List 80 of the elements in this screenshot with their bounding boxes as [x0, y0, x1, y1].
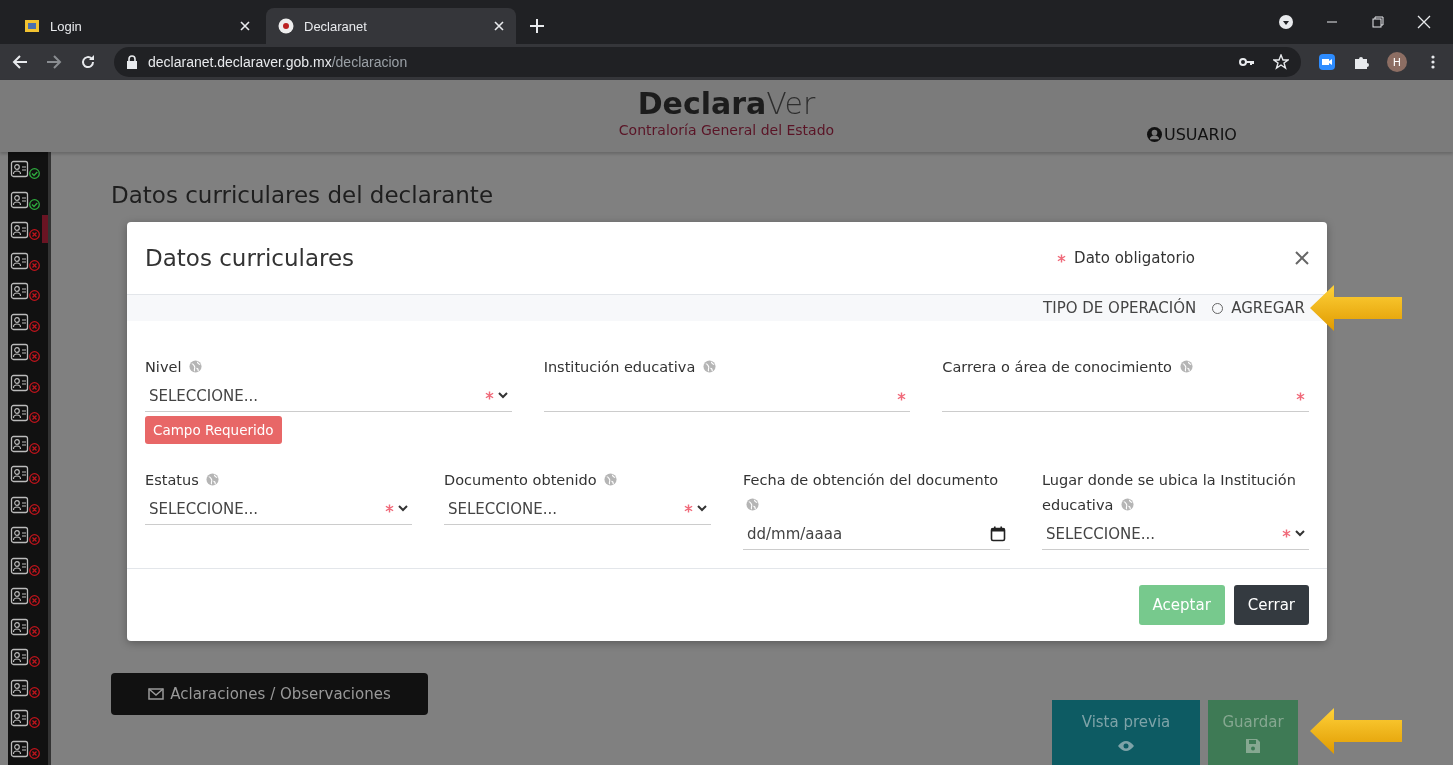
person-card-icon — [10, 250, 30, 271]
close-icon[interactable] — [1417, 15, 1431, 29]
chevron-down-icon — [497, 392, 508, 399]
close-icon[interactable] — [494, 21, 504, 31]
person-card-icon — [10, 189, 30, 210]
close-button[interactable] — [1295, 251, 1309, 265]
person-card-icon — [10, 403, 30, 424]
modal-title: Datos curriculares — [145, 245, 356, 271]
close-icon[interactable] — [240, 21, 250, 31]
url-text: declaranet.declaraver.gob.mx/declaracion — [148, 54, 408, 70]
globe-icon — [1120, 498, 1134, 511]
user-icon — [1147, 127, 1162, 142]
required-asterisk-icon — [1057, 253, 1067, 263]
field-label: Carrera o área de conocimiento — [942, 355, 1309, 380]
close-dialog-button[interactable]: Cerrar — [1233, 585, 1309, 625]
person-card-icon — [10, 555, 30, 576]
calendar-icon — [990, 525, 1006, 542]
user-menu[interactable]: USUARIO — [1147, 125, 1237, 144]
address-bar[interactable]: declaranet.declaraver.gob.mx/declaracion — [114, 47, 1301, 77]
person-card-icon — [10, 677, 30, 698]
error-badge: Campo Requerido — [145, 416, 282, 444]
person-card-icon — [10, 494, 30, 515]
video-camera-icon[interactable] — [1319, 54, 1335, 70]
restore-icon[interactable] — [1371, 15, 1385, 29]
back-icon[interactable] — [12, 54, 28, 70]
forward-icon[interactable] — [46, 54, 62, 70]
person-card-icon — [10, 525, 30, 546]
person-card-icon — [10, 616, 30, 637]
tab-title: Login — [50, 18, 83, 34]
page-title: Datos curriculares del declarante — [111, 182, 495, 208]
date-field[interactable]: dd/mm/aaaa — [747, 524, 986, 543]
chevron-down-icon — [697, 505, 707, 512]
site-subtitle: Contraloría General del Estado — [618, 122, 835, 138]
profile-avatar[interactable]: H — [1387, 52, 1407, 72]
chevron-down-icon — [1295, 530, 1305, 537]
operation-label: TIPO DE OPERACIÓN — [1043, 299, 1197, 317]
globe-icon — [702, 360, 716, 373]
person-card-icon — [10, 738, 30, 759]
sidebar-item[interactable] — [8, 215, 48, 246]
person-card-icon — [10, 281, 30, 302]
tab-title: Declaranet — [304, 18, 368, 34]
new-tab-icon[interactable] — [530, 19, 544, 33]
field-label: Nivel — [145, 355, 512, 380]
person-card-icon — [10, 586, 30, 607]
favicon-icon — [278, 18, 294, 34]
person-card-icon — [10, 708, 30, 729]
person-card-icon — [10, 433, 30, 454]
person-card-icon — [10, 372, 30, 393]
person-card-icon — [10, 220, 30, 241]
globe-icon — [206, 473, 220, 486]
puzzle-icon[interactable] — [1353, 54, 1369, 70]
radio-option[interactable]: AGREGAR — [1212, 299, 1305, 317]
required-note: Dato obligatorio — [1074, 249, 1195, 267]
star-icon[interactable] — [1273, 54, 1289, 70]
person-card-icon — [10, 647, 30, 668]
reload-icon[interactable] — [80, 54, 96, 70]
chevron-down-icon — [398, 505, 408, 512]
eye-icon — [1118, 738, 1134, 753]
globe-icon — [1179, 360, 1193, 373]
globe-icon — [746, 498, 759, 511]
field-label: Lugar donde se ubica la Institución educativa — [1042, 471, 1297, 515]
person-card-icon — [10, 464, 30, 485]
close-icon — [1295, 251, 1309, 265]
dropdown-icon[interactable] — [1279, 15, 1293, 29]
person-card-icon — [10, 159, 30, 180]
globe-icon — [189, 360, 202, 373]
envelope-icon — [148, 688, 165, 700]
browser-tab[interactable]: Login — [12, 8, 262, 44]
field-label: Documento obtenido — [444, 468, 711, 493]
clarifications-button[interactable]: Aclaraciones / Observaciones — [111, 673, 428, 715]
field-label: Estatus — [145, 468, 412, 493]
favicon-icon — [24, 18, 40, 34]
field-label: Fecha de obtención del documento — [743, 468, 1010, 518]
field-label: Institución educativa — [543, 355, 911, 380]
globe-icon — [604, 473, 618, 486]
browser-tab[interactable]: Declaranet — [266, 8, 516, 44]
person-card-icon — [10, 342, 30, 363]
lock-icon — [126, 54, 138, 70]
person-card-icon — [10, 311, 30, 332]
site-logo: DeclaraVer — [637, 86, 816, 122]
